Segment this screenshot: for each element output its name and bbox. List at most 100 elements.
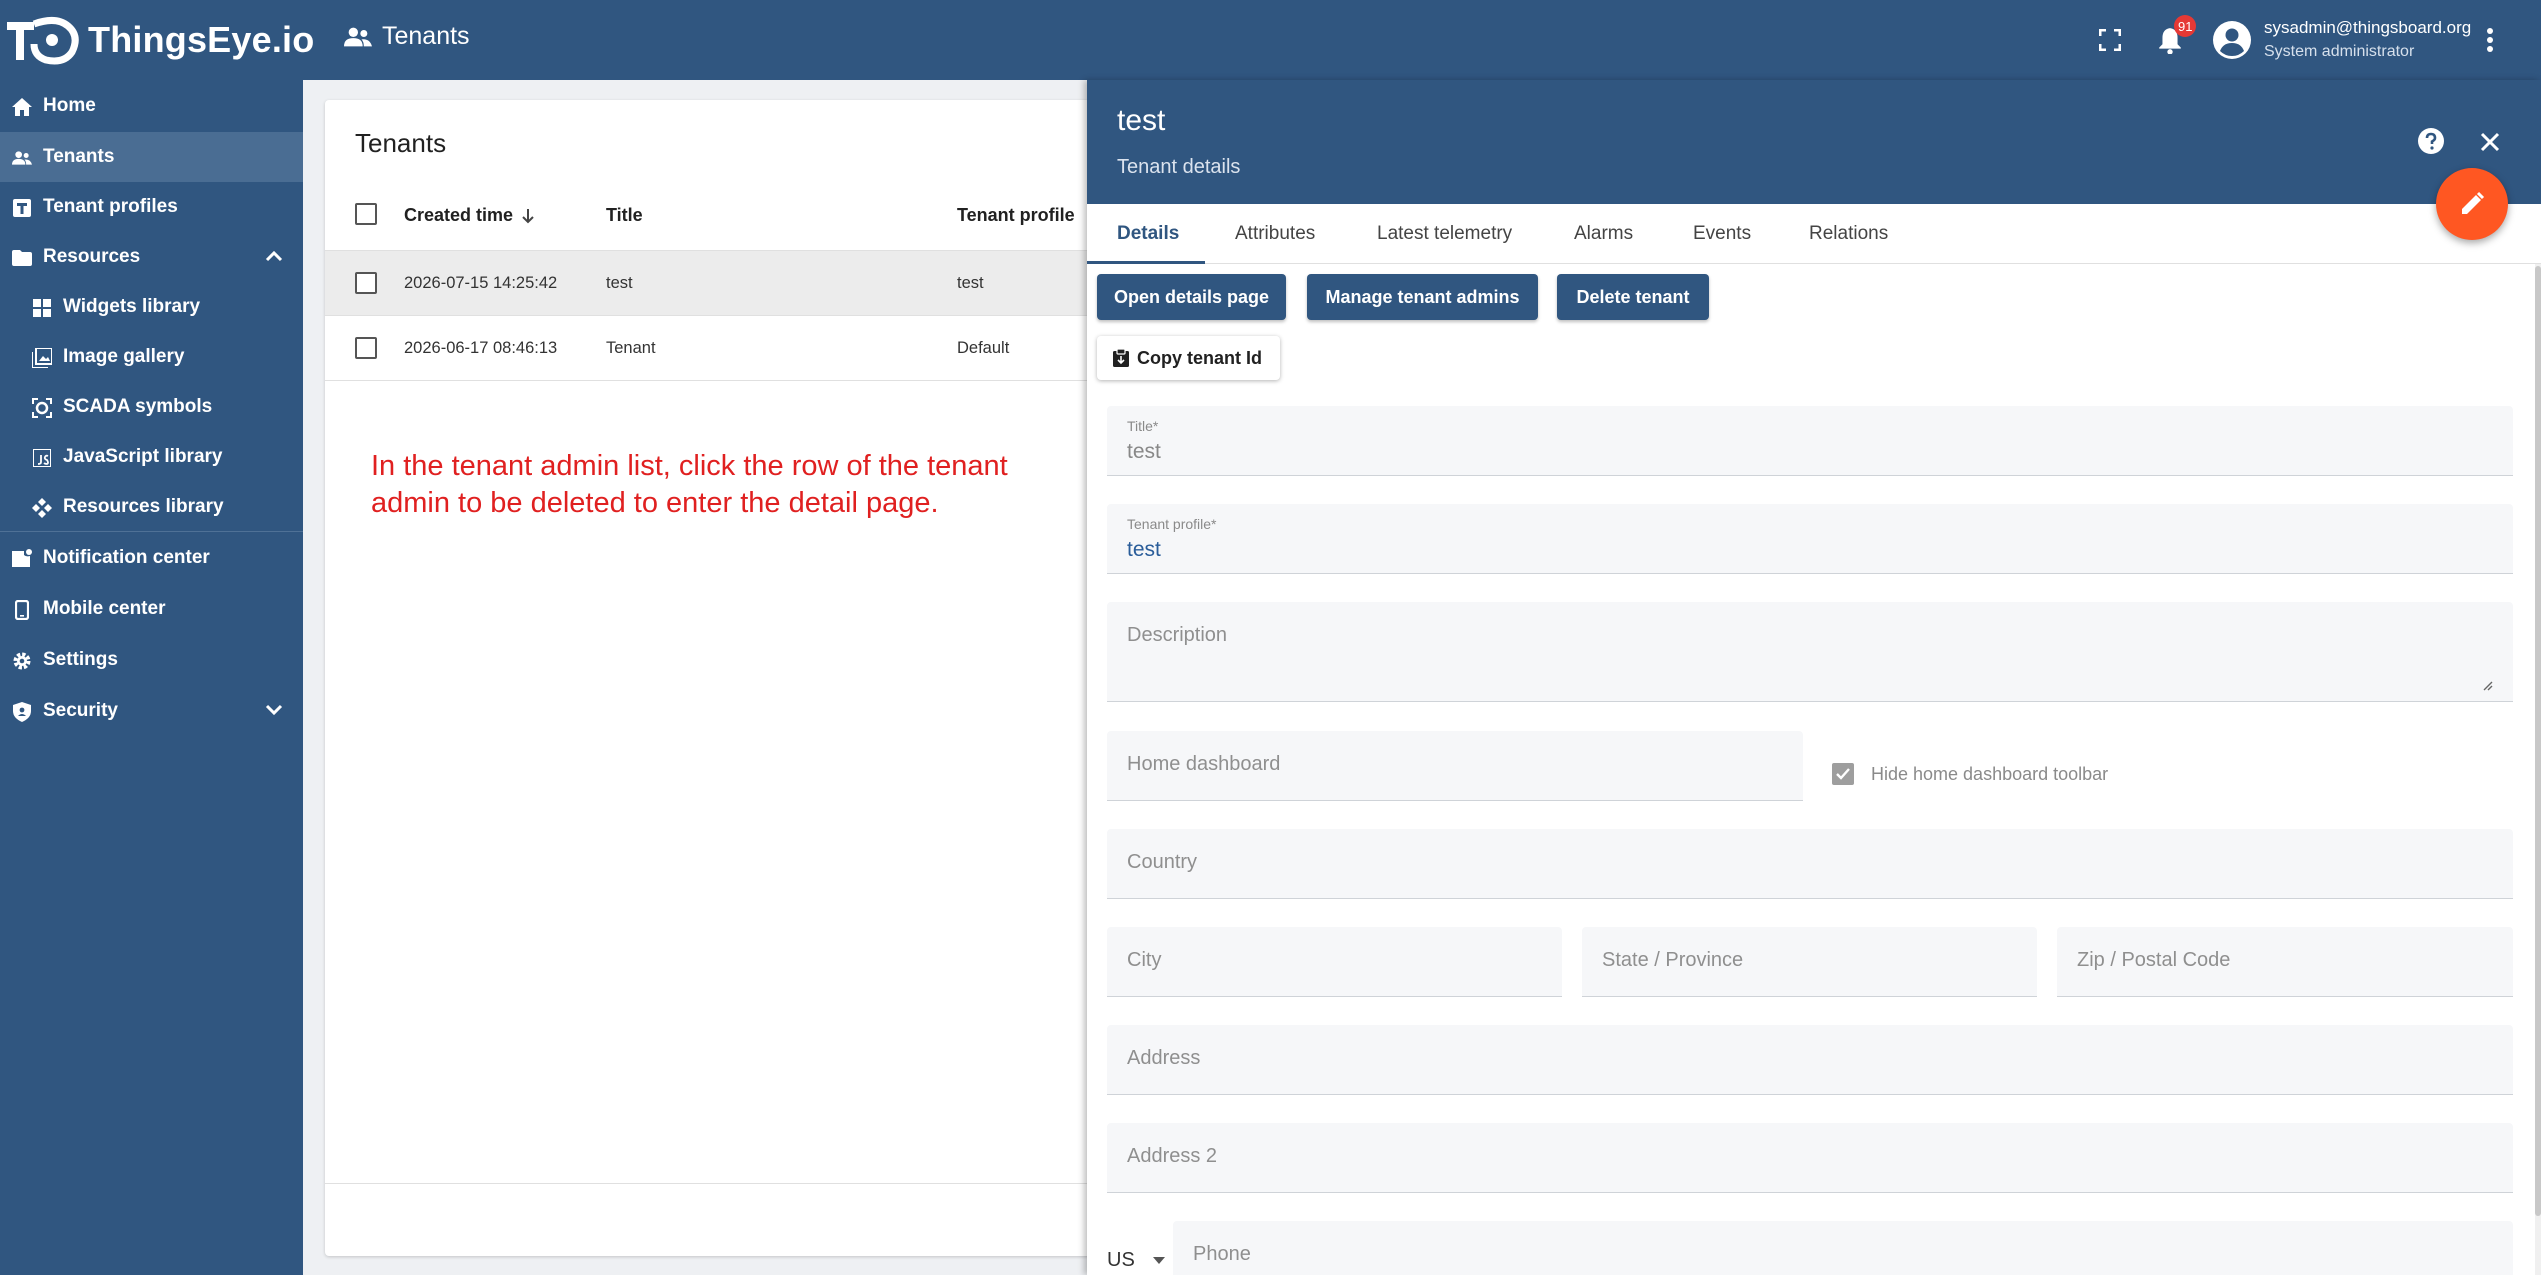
zip-postal-code-field[interactable]: Zip / Postal Code [2057, 927, 2513, 997]
tab-relations[interactable]: Relations [1809, 223, 1888, 245]
hide-toolbar-label: Hide home dashboard toolbar [1871, 764, 2109, 784]
address-field[interactable]: Address [1107, 1025, 2513, 1095]
fullscreen-icon[interactable] [2096, 26, 2124, 54]
more-vert-icon[interactable] [2478, 24, 2502, 56]
widgets-icon [32, 298, 52, 318]
tab-alarms[interactable]: Alarms [1574, 223, 1633, 245]
tab-details[interactable]: Details [1117, 223, 1179, 245]
close-icon[interactable] [2476, 128, 2504, 156]
country-code-value: US [1107, 1249, 1135, 1271]
column-header-tenant-profile[interactable]: Tenant profile [957, 205, 1075, 226]
sidebar-item-tenant-profiles[interactable]: Tenant profiles [0, 182, 303, 232]
tab-latest-telemetry[interactable]: Latest telemetry [1377, 223, 1512, 245]
sidebar-item-label: JavaScript library [63, 446, 223, 467]
active-tab-indicator [1087, 261, 1205, 264]
user-info[interactable]: sysadmin@thingsboard.org System administ… [2264, 16, 2471, 64]
tenant-profile-field-value[interactable]: test [1127, 538, 1161, 562]
details-subtitle: Tenant details [1117, 156, 1241, 178]
manage-tenant-admins-button[interactable]: Manage tenant admins [1307, 274, 1538, 320]
delete-tenant-button[interactable]: Delete tenant [1557, 274, 1709, 320]
sidebar-item-notification-center[interactable]: Notification center [0, 533, 303, 583]
tenant-profile-icon [12, 198, 32, 218]
sidebar-item-label: Resources [43, 246, 141, 267]
clipboard-icon [1113, 349, 1129, 367]
user-role: System administrator [2264, 43, 2415, 60]
row-checkbox[interactable] [355, 272, 377, 294]
dropdown-arrow-icon [1152, 1256, 1165, 1264]
sidebar-item-tenants[interactable]: Tenants [0, 132, 303, 182]
instruction-annotation: In the tenant admin list, click the row … [371, 450, 1008, 519]
sidebar-item-resources-library[interactable]: Resources library [0, 482, 303, 532]
column-header-title[interactable]: Title [606, 205, 643, 226]
chevron-down-icon [265, 700, 283, 722]
cell-title: test [606, 274, 633, 292]
city-field[interactable]: City [1107, 927, 1562, 997]
state-province-field[interactable]: State / Province [1582, 927, 2037, 997]
sidebar-item-security[interactable]: Security [0, 686, 303, 736]
sidebar-item-label: Resources library [63, 496, 224, 517]
account-avatar-icon[interactable] [2212, 20, 2252, 60]
home-dashboard-field[interactable]: Home dashboard [1107, 731, 1803, 801]
row-checkbox[interactable] [355, 337, 377, 359]
details-header: test Tenant details [1087, 80, 2541, 204]
people-icon [344, 27, 372, 46]
tenant-profile-field-label: Tenant profile* [1127, 516, 1217, 532]
open-details-page-button[interactable]: Open details page [1097, 274, 1286, 320]
tenant-profile-field[interactable]: Tenant profile* test [1107, 504, 2513, 574]
country-placeholder: Country [1127, 851, 1198, 873]
gear-icon [12, 651, 32, 671]
checkmark-icon [1836, 768, 1850, 780]
sidebar-item-home[interactable]: Home [0, 81, 303, 131]
zip-postal-code-placeholder: Zip / Postal Code [2077, 949, 2231, 971]
sidebar-item-label: Notification center [43, 547, 210, 568]
tenants-table-title: Tenants [355, 128, 447, 158]
sidebar-item-label: Widgets library [63, 296, 201, 317]
phone-placeholder: Phone [1193, 1243, 1251, 1265]
tab-events[interactable]: Events [1693, 223, 1751, 245]
cell-tenant-profile: test [957, 274, 984, 292]
people-icon [12, 148, 32, 168]
image-gallery-icon [32, 348, 52, 368]
table-row[interactable]: 2026-07-15 14:25:42 test test [325, 251, 1105, 316]
breadcrumb-label: Tenants [382, 22, 470, 50]
sidebar-item-label: Security [43, 700, 118, 721]
sidebar-item-settings[interactable]: Settings [0, 635, 303, 685]
thingseye-logo-icon [7, 17, 79, 65]
select-all-checkbox[interactable] [355, 203, 377, 225]
sidebar-item-label: Tenant profiles [43, 196, 178, 217]
phone-field[interactable]: Phone [1173, 1221, 2513, 1275]
copy-tenant-id-label: Copy tenant Id [1137, 347, 1262, 368]
details-title: test [1117, 104, 1166, 137]
title-field-value: test [1127, 440, 1161, 463]
hide-toolbar-checkbox[interactable] [1832, 763, 1854, 785]
sidebar-item-scada-symbols[interactable]: SCADA symbols [0, 382, 303, 432]
address-2-field[interactable]: Address 2 [1107, 1123, 2513, 1193]
chevron-up-icon [265, 246, 283, 268]
resize-handle-icon[interactable] [2481, 679, 2493, 691]
sidebar-item-widgets-library[interactable]: Widgets library [0, 282, 303, 332]
breadcrumb: Tenants [344, 22, 470, 51]
copy-tenant-id-button[interactable]: Copy tenant Id [1097, 336, 1280, 380]
country-field[interactable]: Country [1107, 829, 2513, 899]
address-placeholder: Address [1127, 1047, 1201, 1069]
sidebar-item-label: Mobile center [43, 598, 166, 619]
brand-logo[interactable]: ThingsEye.io [4, 14, 314, 66]
tab-attributes[interactable]: Attributes [1235, 223, 1315, 245]
title-field[interactable]: Title* test [1107, 406, 2513, 476]
table-row[interactable]: 2026-06-17 08:46:13 Tenant Default [325, 316, 1105, 381]
top-bar: ThingsEye.io Tenants 91 sysadmin@thingsb… [0, 0, 2541, 80]
home-icon [12, 97, 32, 117]
scrollbar-thumb[interactable] [2535, 266, 2541, 1216]
table-footer-divider [325, 1183, 1105, 1184]
state-province-placeholder: State / Province [1602, 949, 1744, 971]
description-placeholder: Description [1127, 624, 1228, 646]
help-icon[interactable] [2416, 126, 2446, 156]
sidebar-item-mobile-center[interactable]: Mobile center [0, 584, 303, 634]
sidebar-item-javascript-library[interactable]: JavaScript library [0, 432, 303, 482]
address-2-placeholder: Address 2 [1127, 1145, 1218, 1167]
country-code-select[interactable]: US [1107, 1249, 1165, 1272]
column-header-created-time[interactable]: Created time [404, 205, 535, 226]
sidebar-item-resources[interactable]: Resources [0, 232, 303, 282]
sidebar-item-image-gallery[interactable]: Image gallery [0, 332, 303, 382]
description-field[interactable]: Description [1107, 602, 2513, 702]
